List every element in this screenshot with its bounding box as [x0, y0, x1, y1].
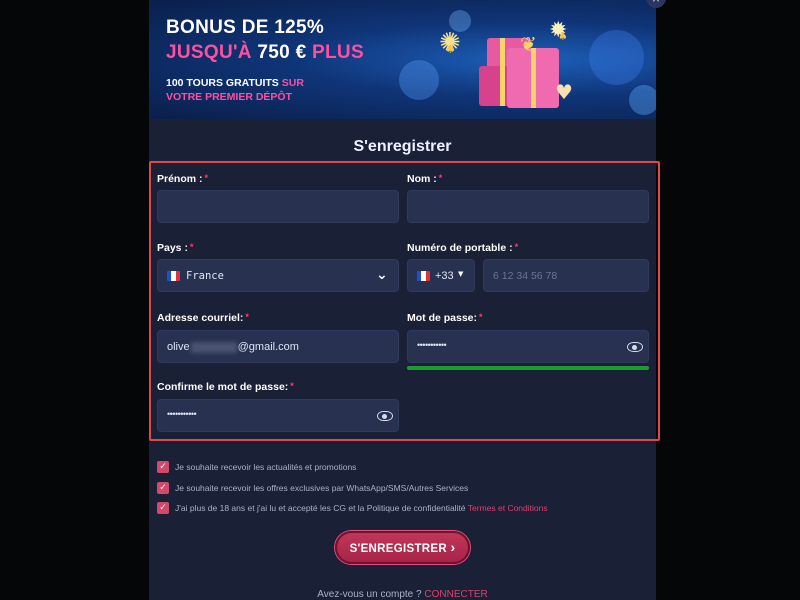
checkbox-icon[interactable]: ✓	[157, 461, 169, 473]
password-label: Mot de passe: *	[407, 312, 483, 324]
bokeh-light	[589, 30, 644, 85]
eye-icon[interactable]	[627, 342, 643, 352]
phone-code-value: +33	[435, 270, 454, 282]
login-link[interactable]: CONNECTER	[424, 589, 487, 600]
france-flag-icon	[417, 271, 430, 281]
country-value: France	[186, 270, 224, 282]
checkbox-icon[interactable]: ✓	[157, 482, 169, 494]
required-marker: *	[438, 173, 443, 183]
confirm-password-label-text: Confirme le mot de passe:	[157, 381, 289, 393]
bonus-plus: PLUS	[312, 42, 364, 63]
phone-number-input[interactable]: 6 12 34 56 78	[483, 259, 649, 292]
form-title: S'enregistrer	[353, 138, 452, 155]
required-marker: *	[290, 381, 294, 391]
heart-icon: ♥	[555, 80, 573, 104]
arrow-right-icon: ›	[450, 539, 456, 555]
nom-input[interactable]	[407, 190, 649, 223]
bonus-subheadline: JUSQU'À 750 € PLUS	[166, 42, 364, 64]
chevron-down-icon: ⌄	[376, 267, 388, 283]
required-marker: *	[189, 242, 194, 252]
required-marker: *	[514, 242, 519, 252]
pays-label-text: Pays :	[157, 242, 188, 254]
nom-label: Nom : *	[407, 173, 442, 185]
register-button[interactable]: S'ENREGISTRER ›	[335, 531, 470, 564]
email-input[interactable]: olive @gmail.com	[157, 330, 399, 363]
free-spins-count: 100 TOURS GRATUITS	[166, 77, 279, 89]
pays-label: Pays : *	[157, 242, 193, 254]
password-strength-bar	[407, 366, 649, 370]
register-button-label: S'ENREGISTRER	[349, 543, 447, 555]
terms-link[interactable]: Termes et Conditions	[468, 503, 548, 513]
bokeh-light	[629, 85, 656, 115]
required-marker: *	[479, 312, 483, 322]
checkbox-promotions-label: Je souhaite recevoir les actualités et p…	[175, 462, 357, 472]
email-value: olive @gmail.com	[167, 341, 299, 353]
login-prompt: Avez-vous un compte ? CONNECTER	[149, 589, 656, 600]
email-value-start: olive	[167, 341, 190, 353]
spade-icon: ♠	[558, 30, 568, 43]
gift-ribbon	[500, 38, 505, 106]
phone-label: Numéro de portable : *	[407, 242, 518, 254]
phone-placeholder: 6 12 34 56 78	[493, 270, 558, 282]
nom-label-text: Nom :	[407, 173, 437, 185]
required-marker: *	[204, 173, 209, 183]
free-spins-text: 100 TOURS GRATUITS SUR	[166, 77, 304, 89]
prenom-label: Prénom : *	[157, 173, 208, 185]
bonus-headline: BONUS DE 125%	[166, 17, 325, 38]
france-flag-icon	[167, 271, 180, 281]
first-deposit-text: VOTRE PREMIER DÉPÔT	[166, 91, 293, 103]
bonus-amount: 750 €	[257, 42, 307, 63]
checkbox-icon[interactable]: ✓	[157, 502, 169, 514]
checkbox-terms-label: J'ai plus de 18 ans et j'ai lu et accept…	[175, 503, 548, 513]
password-value: •••••••••••	[417, 340, 447, 350]
confirm-password-label: Confirme le mot de passe: *	[157, 381, 294, 393]
required-marker: *	[245, 312, 249, 322]
country-select[interactable]: France ⌄	[157, 259, 399, 292]
password-label-text: Mot de passe:	[407, 312, 478, 324]
email-label-text: Adresse courriel:	[157, 312, 244, 324]
spade-icon: ♠	[445, 42, 456, 56]
phone-country-code-select[interactable]: +33 ▼	[407, 259, 475, 292]
phone-label-text: Numéro de portable :	[407, 242, 513, 254]
bow-icon: ❦	[520, 32, 537, 56]
email-redaction	[190, 341, 237, 353]
gift-ribbon	[531, 48, 536, 108]
eye-icon[interactable]	[377, 411, 393, 421]
free-spins-on: SUR	[281, 77, 304, 89]
checkbox-terms-text: J'ai plus de 18 ans et j'ai lu et accept…	[175, 503, 466, 513]
prenom-input[interactable]	[157, 190, 399, 223]
login-prompt-text: Avez-vous un compte ?	[317, 589, 422, 600]
checkbox-whatsapp-offers-label: Je souhaite recevoir les offres exclusiv…	[175, 483, 469, 493]
confirm-password-value: •••••••••••	[167, 409, 197, 419]
bonus-banner: BONUS DE 125% JUSQU'À 750 € PLUS 100 TOU…	[149, 0, 656, 119]
bonus-up-to: JUSQU'À	[166, 42, 252, 63]
bokeh-light	[399, 60, 439, 100]
password-input[interactable]: •••••••••••	[407, 330, 649, 363]
email-label: Adresse courriel: *	[157, 312, 249, 324]
prenom-label-text: Prénom :	[157, 173, 203, 185]
caret-down-icon: ▼	[458, 270, 464, 278]
confirm-password-input[interactable]: •••••••••••	[157, 399, 399, 432]
email-value-end: @gmail.com	[237, 341, 299, 353]
